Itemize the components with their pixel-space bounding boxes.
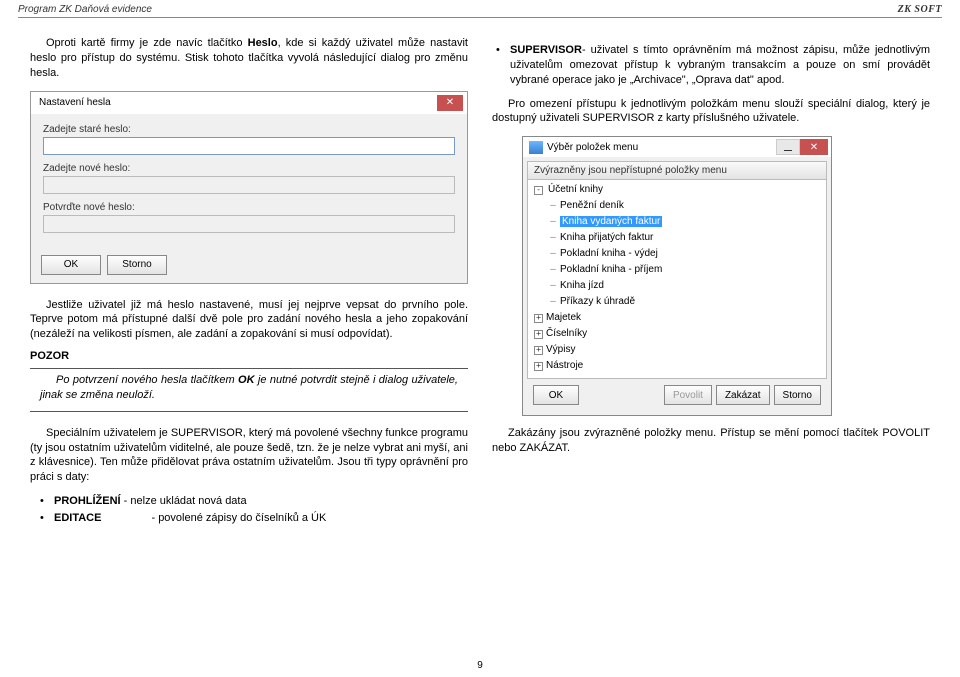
tree-node[interactable]: -Účetní knihy	[534, 182, 826, 198]
tree-label: Účetní knihy	[548, 182, 603, 198]
collapse-icon[interactable]: -	[534, 186, 543, 195]
para-r3: Zakázány jsou zvýrazněné položky menu. P…	[492, 426, 930, 456]
label-old-password: Zadejte staré heslo:	[43, 124, 455, 135]
text: Oproti kartě firmy je zde navíc tlačítko	[46, 37, 248, 49]
title-left: Výběr položek menu	[529, 141, 638, 154]
text-bold: SUPERVISOR	[510, 44, 582, 56]
tree-label: Pokladní kniha - příjem	[560, 264, 662, 275]
page-number: 9	[0, 660, 960, 671]
list-item: SUPERVISOR- uživatel s tímto oprávněním …	[510, 42, 930, 89]
header-left: Program ZK Daňová evidence	[18, 4, 152, 15]
tree-node[interactable]: –Pokladní kniha - příjem	[548, 262, 826, 278]
text-bold: EDITACE	[54, 512, 101, 524]
dialog-body: Zadejte staré heslo: Zadejte nové heslo:…	[31, 114, 467, 249]
expand-icon[interactable]: +	[534, 362, 543, 371]
tree-node[interactable]: –Peněžní deník	[548, 198, 826, 214]
expand-icon[interactable]: +	[534, 314, 543, 323]
rule	[30, 368, 468, 369]
label-new-password: Zadejte nové heslo:	[43, 163, 455, 174]
para-4: Speciálním uživatelem je SUPERVISOR, kte…	[30, 426, 468, 485]
tree-label: Kniha jízd	[560, 280, 604, 291]
text-bold: OK	[238, 374, 255, 386]
tree-node[interactable]: +Majetek	[534, 310, 826, 326]
ok-button[interactable]: OK	[41, 255, 101, 275]
input-old-password[interactable]	[43, 137, 455, 155]
tree-label: Nástroje	[546, 360, 583, 371]
tree-label: Číselníky	[546, 328, 587, 339]
page-header: Program ZK Daňová evidence ZK SOFT	[0, 0, 960, 17]
note-block: Po potvrzení nového hesla tlačítkem OK j…	[30, 373, 468, 403]
title-buttons: ✕	[776, 139, 828, 155]
input-new-password[interactable]	[43, 176, 455, 194]
list-item: EDITACE - povolené zápisy do číselníků a …	[54, 510, 468, 527]
deny-button[interactable]: Zakázat	[716, 385, 770, 405]
tree-label: Kniha přijatých faktur	[560, 232, 653, 243]
left-column: Oproti kartě firmy je zde navíc tlačítko…	[30, 36, 468, 533]
cancel-button[interactable]: Storno	[107, 255, 167, 275]
ok-button[interactable]: OK	[533, 385, 579, 405]
supervisor-list: SUPERVISOR- uživatel s tímto oprávněním …	[492, 42, 930, 89]
list-item: PROHLÍŽENÍ - nelze ukládat nová data	[54, 493, 468, 510]
expand-icon[interactable]: +	[534, 330, 543, 339]
input-confirm-password[interactable]	[43, 215, 455, 233]
tree-node[interactable]: –Kniha přijatých faktur	[548, 230, 826, 246]
text: - nelze ukládat nová data	[121, 495, 247, 507]
text: Po potvrzení nového hesla tlačítkem	[56, 374, 238, 386]
right-column: SUPERVISOR- uživatel s tímto oprávněním …	[492, 36, 930, 533]
dialog-footer: OK Povolit Zakázat Storno	[527, 379, 827, 411]
label-confirm-password: Potvrďte nové heslo:	[43, 202, 455, 213]
tree-label-selected: Kniha vydaných faktur	[560, 216, 662, 227]
dialog-body: Zvýrazněny jsou nepřístupné položky menu…	[523, 157, 831, 415]
dialog-titlebar: Nastavení hesla ✕	[31, 92, 467, 114]
dialog-title: Výběr položek menu	[547, 142, 638, 153]
tree-node[interactable]: –Pokladní kniha - výdej	[548, 246, 826, 262]
para-3: Po potvrzení nového hesla tlačítkem OK j…	[40, 373, 458, 403]
text-bold: Heslo	[248, 37, 278, 49]
tree-label: Příkazy k úhradě	[560, 296, 635, 307]
rights-list: PROHLÍŽENÍ - nelze ukládat nová data EDI…	[30, 493, 468, 527]
form-row-new: Zadejte nové heslo:	[43, 163, 455, 194]
tree-label: Majetek	[546, 312, 581, 323]
app-icon	[529, 141, 543, 154]
header-rule	[18, 17, 942, 18]
password-dialog: Nastavení hesla ✕ Zadejte staré heslo: Z…	[30, 91, 468, 284]
para-r2: Pro omezení přístupu k jednotlivým polož…	[492, 97, 930, 127]
tree-node[interactable]: +Nástroje	[534, 358, 826, 374]
close-icon[interactable]: ✕	[800, 139, 828, 155]
allow-button[interactable]: Povolit	[664, 385, 712, 405]
form-row-confirm: Potvrďte nové heslo:	[43, 202, 455, 233]
para-1: Oproti kartě firmy je zde navíc tlačítko…	[30, 36, 468, 81]
para-2: Jestliže uživatel již má heslo nastavené…	[30, 298, 468, 343]
form-row-old: Zadejte staré heslo:	[43, 124, 455, 155]
tree-node[interactable]: +Číselníky	[534, 326, 826, 342]
dialog-titlebar: Výběr položek menu ✕	[523, 137, 831, 157]
tree-node[interactable]: –Příkazy k úhradě	[548, 294, 826, 310]
tree-node[interactable]: –Kniha vydaných faktur	[548, 214, 826, 230]
tree-header: Zvýrazněny jsou nepřístupné položky menu	[527, 161, 827, 180]
expand-icon[interactable]: +	[534, 346, 543, 355]
close-icon[interactable]: ✕	[437, 95, 463, 111]
pozor-heading: POZOR	[30, 350, 468, 362]
cancel-button[interactable]: Storno	[774, 385, 821, 405]
text-bold: PROHLÍŽENÍ	[54, 495, 121, 507]
text: - povolené zápisy do číselníků a ÚK	[151, 512, 326, 524]
tree-label: Peněžní deník	[560, 200, 624, 211]
tree-node[interactable]: +Výpisy	[534, 342, 826, 358]
tree-node[interactable]: –Kniha jízd	[548, 278, 826, 294]
dialog-title: Nastavení hesla	[39, 97, 111, 108]
tree-label: Pokladní kniha - výdej	[560, 248, 658, 259]
main-columns: Oproti kartě firmy je zde navíc tlačítko…	[0, 36, 960, 533]
rule	[30, 411, 468, 412]
tree-label: Výpisy	[546, 344, 575, 355]
menu-tree[interactable]: -Účetní knihy –Peněžní deník –Kniha vyda…	[527, 180, 827, 379]
header-right: ZK SOFT	[898, 4, 942, 15]
dialog-footer: OK Storno	[31, 249, 467, 283]
minimize-icon[interactable]	[776, 139, 800, 155]
menu-select-dialog: Výběr položek menu ✕ Zvýrazněny jsou nep…	[522, 136, 832, 416]
